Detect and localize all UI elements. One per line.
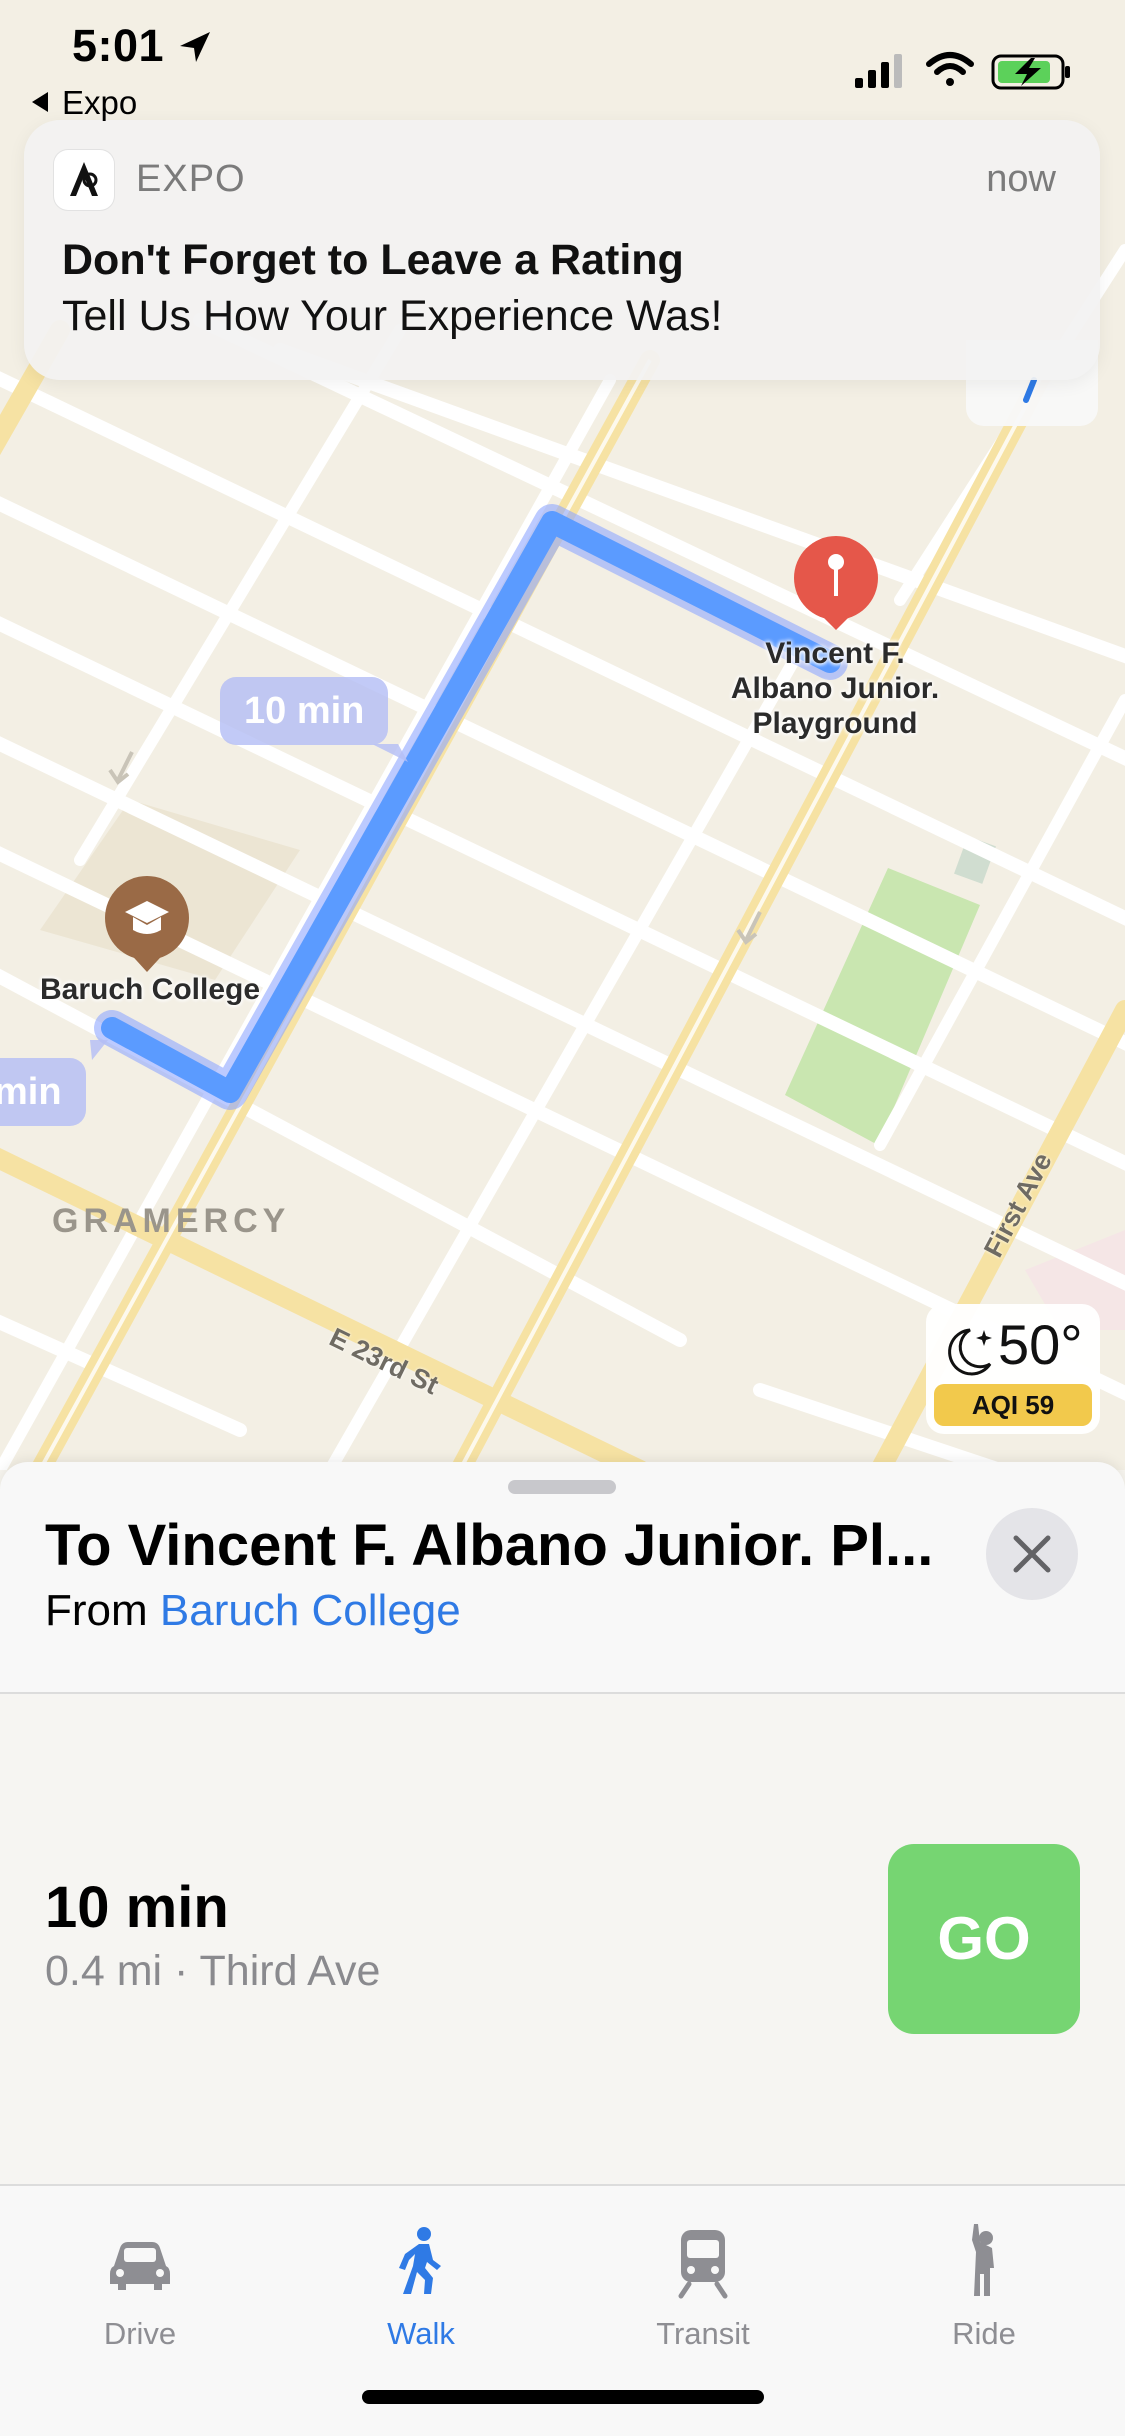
back-app-label: Expo bbox=[62, 84, 138, 121]
tab-drive-label: Drive bbox=[103, 2316, 177, 2351]
tab-walk[interactable]: Walk bbox=[321, 2186, 521, 2351]
route-from-link[interactable]: Baruch College bbox=[160, 1586, 461, 1635]
walk-icon bbox=[399, 2227, 441, 2294]
route-option[interactable]: 10 min 0.4 mi · Third Ave GO bbox=[0, 1694, 1125, 2186]
weather-widget[interactable]: 50° AQI 59 bbox=[926, 1304, 1100, 1434]
neighborhood-label: GRAMERCY bbox=[52, 1202, 291, 1240]
temperature: 50° bbox=[998, 1313, 1083, 1376]
status-bar: 5:01 Expo bbox=[0, 0, 1125, 122]
maps-app-screen: 10 min min Vincent F. Albano Junior. Pla… bbox=[0, 0, 1125, 2436]
signal-icon bbox=[855, 54, 902, 88]
notification-body: Tell Us How Your Experience Was! bbox=[62, 292, 723, 340]
close-button[interactable] bbox=[986, 1508, 1078, 1600]
tab-transit[interactable]: Transit bbox=[603, 2186, 803, 2351]
wifi-icon bbox=[926, 52, 974, 86]
push-notification[interactable]: EXPO now Don't Forget to Leave a Rating … bbox=[24, 120, 1100, 380]
destination-label-line-3: Playground bbox=[752, 707, 918, 740]
directions-sheet[interactable]: To Vincent F. Albano Junior. Pl... From … bbox=[0, 1462, 1125, 2436]
status-icons bbox=[855, 52, 1070, 90]
destination-label-line-2: Albano Junior. bbox=[730, 672, 940, 705]
location-arrow-icon bbox=[180, 32, 210, 62]
route-duration: 10 min bbox=[45, 1875, 229, 1940]
notification-time: now bbox=[986, 158, 1056, 200]
close-icon bbox=[1013, 1535, 1051, 1573]
aqi-badge: AQI 59 bbox=[934, 1384, 1092, 1426]
destination-label-line-1: Vincent F. bbox=[765, 637, 905, 670]
alt-route-eta-bubble[interactable]: min bbox=[0, 1058, 86, 1126]
sheet-grabber[interactable] bbox=[508, 1480, 616, 1494]
route-origin: From Baruch College bbox=[45, 1586, 461, 1636]
home-indicator[interactable] bbox=[362, 2390, 764, 2404]
destination-title: To Vincent F. Albano Junior. Pl... bbox=[45, 1513, 934, 1578]
car-icon bbox=[110, 2242, 170, 2290]
back-arrow-icon bbox=[32, 92, 48, 112]
status-time: 5:01 bbox=[72, 20, 165, 71]
route-distance-detail: 0.4 mi · Third Ave bbox=[45, 1947, 381, 1995]
back-to-app-link[interactable]: Expo bbox=[32, 84, 137, 122]
tab-ride[interactable]: Ride bbox=[884, 2186, 1084, 2351]
tab-transit-label: Transit bbox=[656, 2316, 750, 2351]
route-from-prefix: From bbox=[45, 1586, 148, 1635]
route-eta-bubble[interactable]: 10 min bbox=[220, 677, 389, 745]
tab-ride-label: Ride bbox=[952, 2316, 1016, 2351]
tab-walk-label: Walk bbox=[387, 2316, 455, 2351]
battery-charging-icon bbox=[991, 54, 1070, 90]
ride-icon bbox=[972, 2224, 994, 2296]
expo-app-icon bbox=[54, 150, 114, 210]
go-button[interactable]: GO bbox=[888, 1844, 1080, 2034]
notification-app-name: EXPO bbox=[136, 158, 246, 200]
tab-drive[interactable]: Drive bbox=[40, 2186, 240, 2351]
notification-title: Don't Forget to Leave a Rating bbox=[62, 236, 684, 284]
destination-label[interactable]: Vincent F. Albano Junior. Playground bbox=[700, 636, 970, 741]
origin-label[interactable]: Baruch College bbox=[10, 972, 290, 1007]
train-icon bbox=[678, 2230, 728, 2299]
moon-icon bbox=[948, 1328, 992, 1376]
